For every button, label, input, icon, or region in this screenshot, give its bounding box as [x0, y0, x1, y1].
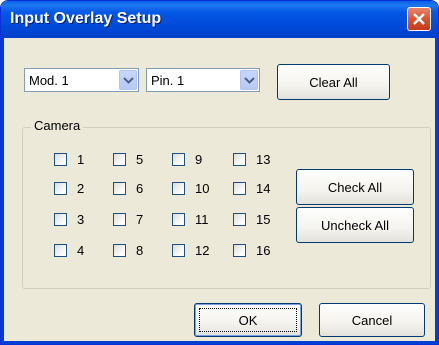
camera-checkbox-label: 14	[256, 181, 271, 196]
window-border-bottom	[1, 341, 438, 344]
clear-all-button[interactable]: Clear All	[277, 64, 390, 100]
camera-checkbox-15[interactable]	[233, 213, 246, 226]
pin-select[interactable]: Pin. 1	[146, 68, 260, 92]
window-title: Input Overlay Setup	[10, 10, 162, 27]
camera-checkbox-10[interactable]	[172, 182, 185, 195]
close-icon	[413, 13, 425, 25]
close-button[interactable]	[407, 7, 431, 31]
ok-label: OK	[238, 312, 258, 328]
camera-checkbox-label: 13	[256, 152, 271, 167]
camera-checkbox-8[interactable]	[113, 244, 126, 257]
chevron-down-icon	[244, 77, 255, 84]
camera-checkbox-11[interactable]	[172, 213, 185, 226]
chevron-down-icon	[123, 77, 134, 84]
camera-checkbox-label: 8	[136, 243, 144, 258]
camera-checkbox-9[interactable]	[172, 153, 185, 166]
uncheck-all-label: Uncheck All	[321, 217, 389, 233]
camera-checkbox-label: 2	[77, 181, 85, 196]
camera-checkbox-label: 7	[136, 212, 144, 227]
camera-checkbox-label: 15	[256, 212, 271, 227]
check-all-button[interactable]: Check All	[296, 169, 414, 205]
cancel-button[interactable]: Cancel	[319, 303, 425, 337]
camera-group-label: Camera	[31, 118, 84, 133]
camera-checkbox-label: 10	[195, 181, 210, 196]
dialog-window: Input Overlay Setup Mod. 1 Pin. 1 Clear …	[0, 0, 439, 345]
camera-checkbox-6[interactable]	[113, 182, 126, 195]
camera-checkbox-1[interactable]	[54, 153, 67, 166]
camera-checkbox-label: 6	[136, 181, 144, 196]
camera-checkbox-16[interactable]	[233, 244, 246, 257]
module-select-dropdown-button[interactable]	[119, 70, 137, 90]
uncheck-all-button[interactable]: Uncheck All	[296, 207, 414, 243]
camera-checkbox-4[interactable]	[54, 244, 67, 257]
pin-select-value: Pin. 1	[151, 73, 185, 88]
camera-checkbox-label: 4	[77, 243, 85, 258]
camera-checkbox-12[interactable]	[172, 244, 185, 257]
clear-all-label: Clear All	[309, 74, 358, 90]
camera-checkbox-label: 5	[136, 152, 144, 167]
cancel-label: Cancel	[351, 312, 393, 328]
check-all-label: Check All	[327, 179, 383, 195]
window-border-left	[1, 38, 4, 344]
camera-checkbox-label: 9	[195, 152, 203, 167]
module-select-value: Mod. 1	[29, 73, 69, 88]
camera-checkbox-label: 16	[256, 243, 271, 258]
camera-checkbox-5[interactable]	[113, 153, 126, 166]
camera-checkbox-7[interactable]	[113, 213, 126, 226]
window-border-right	[435, 38, 438, 344]
camera-checkbox-2[interactable]	[54, 182, 67, 195]
camera-checkbox-3[interactable]	[54, 213, 67, 226]
camera-checkbox-label: 12	[195, 243, 210, 258]
camera-checkbox-13[interactable]	[233, 153, 246, 166]
pin-select-dropdown-button[interactable]	[240, 70, 258, 90]
camera-checkbox-label: 3	[77, 212, 85, 227]
camera-checkbox-14[interactable]	[233, 182, 246, 195]
module-select[interactable]: Mod. 1	[24, 68, 139, 92]
ok-button[interactable]: OK	[194, 303, 302, 337]
camera-checkbox-label: 1	[77, 152, 85, 167]
camera-checkbox-label: 11	[195, 212, 209, 227]
title-bar[interactable]: Input Overlay Setup	[1, 1, 438, 38]
